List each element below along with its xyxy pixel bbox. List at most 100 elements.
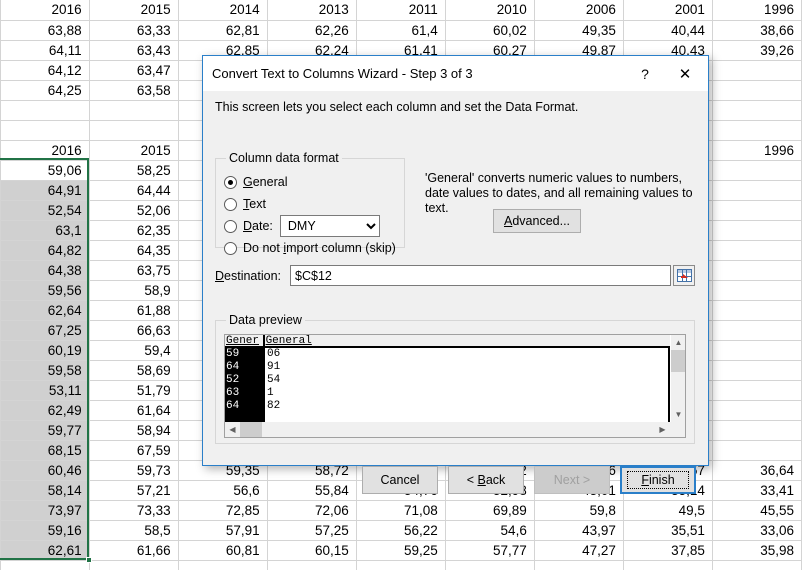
- table-cell[interactable]: 59,25: [356, 540, 446, 561]
- table-cell[interactable]: 35,98: [712, 540, 802, 561]
- radio-text-indicator[interactable]: [224, 197, 237, 211]
- table-cell[interactable]: 61,88: [89, 300, 179, 321]
- table-cell[interactable]: 61,64: [89, 400, 179, 421]
- dialog-titlebar[interactable]: Convert Text to Columns Wizard - Step 3 …: [203, 56, 708, 91]
- table-cell[interactable]: 57,25: [267, 520, 357, 541]
- table-cell[interactable]: 57,91: [178, 520, 268, 541]
- table-cell[interactable]: 73,97: [0, 500, 90, 521]
- table-cell[interactable]: 62,64: [0, 300, 90, 321]
- table-cell[interactable]: [445, 560, 535, 570]
- table-cell[interactable]: [89, 560, 179, 570]
- table-cell[interactable]: 49,35: [534, 20, 624, 41]
- vertical-scroll-thumb[interactable]: [671, 350, 685, 372]
- radio-skip[interactable]: Do not import column (skip): [224, 238, 396, 258]
- table-cell[interactable]: 53,11: [0, 380, 90, 401]
- table-cell[interactable]: 58,25: [89, 160, 179, 181]
- table-cell[interactable]: [712, 380, 802, 401]
- table-cell[interactable]: [0, 120, 90, 141]
- table-cell[interactable]: 68,15: [0, 440, 90, 461]
- preview-column-2[interactable]: 06 91 54 1 82: [265, 348, 670, 422]
- table-cell[interactable]: [712, 360, 802, 381]
- radio-date-indicator[interactable]: [224, 219, 237, 233]
- data-preview-scroll-area[interactable]: Gener General 59 64 52 63 64 06 91 54 1 82: [225, 335, 670, 422]
- table-cell[interactable]: 62,35: [89, 220, 179, 241]
- table-cell[interactable]: 60,19: [0, 340, 90, 361]
- table-cell[interactable]: 59,73: [89, 460, 179, 481]
- table-cell[interactable]: [712, 560, 802, 570]
- table-cell[interactable]: 60,46: [0, 460, 90, 481]
- table-cell[interactable]: 58,14: [0, 480, 90, 501]
- table-cell[interactable]: 33,06: [712, 520, 802, 541]
- table-cell[interactable]: 2013: [267, 0, 357, 21]
- table-cell[interactable]: 52,54: [0, 200, 90, 221]
- table-cell[interactable]: 63,1: [0, 220, 90, 241]
- table-cell[interactable]: 72,85: [178, 500, 268, 521]
- table-cell[interactable]: [712, 100, 802, 121]
- table-cell[interactable]: [712, 160, 802, 181]
- table-cell[interactable]: 69,89: [445, 500, 535, 521]
- cancel-button[interactable]: Cancel: [362, 466, 438, 494]
- table-row[interactable]: [0, 560, 802, 570]
- table-cell[interactable]: [712, 240, 802, 261]
- table-cell[interactable]: 66,63: [89, 320, 179, 341]
- horizontal-scroll-thumb[interactable]: [240, 422, 262, 437]
- preview-horizontal-scrollbar[interactable]: ◀ ▶: [225, 422, 670, 437]
- advanced-button[interactable]: Advanced...: [493, 209, 582, 233]
- table-cell[interactable]: 64,91: [0, 180, 90, 201]
- table-cell[interactable]: 2010: [445, 0, 535, 21]
- table-cell[interactable]: 51,79: [89, 380, 179, 401]
- table-row[interactable]: 73,97 73,33 72,85 72,06 71,08 69,89 59,8 49,5 45…: [0, 500, 802, 521]
- table-cell[interactable]: [712, 300, 802, 321]
- table-cell[interactable]: 40,44: [623, 20, 713, 41]
- table-cell[interactable]: 63,33: [89, 20, 179, 41]
- table-cell[interactable]: 63,47: [89, 60, 179, 81]
- table-cell[interactable]: 62,61: [0, 540, 90, 561]
- table-cell[interactable]: 37,85: [623, 540, 713, 561]
- radio-general[interactable]: General: [224, 172, 396, 192]
- table-cell[interactable]: 71,08: [356, 500, 446, 521]
- table-cell[interactable]: 59,16: [0, 520, 90, 541]
- table-cell[interactable]: 64,38: [0, 260, 90, 281]
- table-cell[interactable]: 67,25: [0, 320, 90, 341]
- table-cell[interactable]: [712, 440, 802, 461]
- table-cell[interactable]: 64,25: [0, 80, 90, 101]
- table-cell[interactable]: 59,06: [0, 160, 90, 181]
- table-cell[interactable]: 2006: [534, 0, 624, 21]
- table-cell[interactable]: 59,77: [0, 420, 90, 441]
- table-cell[interactable]: [534, 560, 624, 570]
- table-cell[interactable]: 2001: [623, 0, 713, 21]
- table-cell[interactable]: 64,35: [89, 240, 179, 261]
- table-cell[interactable]: [89, 100, 179, 121]
- table-cell[interactable]: 49,5: [623, 500, 713, 521]
- table-row[interactable]: 201620152014201320112010200620011996: [0, 0, 802, 21]
- table-cell[interactable]: 38,66: [712, 20, 802, 41]
- table-row[interactable]: 62,61 61,66 60,81 60,15 59,25 57,77 47,27 37,85…: [0, 540, 802, 561]
- table-cell[interactable]: 61,4: [356, 20, 446, 41]
- table-cell[interactable]: 52,06: [89, 200, 179, 221]
- finish-button[interactable]: Finish: [620, 466, 696, 494]
- table-cell[interactable]: 59,56: [0, 280, 90, 301]
- table-cell[interactable]: [178, 560, 268, 570]
- preview-vertical-scrollbar[interactable]: ▲ ▼: [670, 335, 685, 422]
- scroll-left-icon[interactable]: ◀: [225, 422, 240, 437]
- table-cell[interactable]: 2015: [89, 0, 179, 21]
- preview-column-1-selected[interactable]: 59 64 52 63 64: [225, 348, 265, 422]
- scroll-up-icon[interactable]: ▲: [671, 335, 685, 350]
- table-cell[interactable]: 61,66: [89, 540, 179, 561]
- table-cell[interactable]: 43,97: [534, 520, 624, 541]
- table-cell[interactable]: 2016: [0, 140, 90, 161]
- table-cell[interactable]: 64,12: [0, 60, 90, 81]
- table-cell[interactable]: 33,41: [712, 480, 802, 501]
- table-cell[interactable]: [712, 340, 802, 361]
- table-cell[interactable]: 59,4: [89, 340, 179, 361]
- table-cell[interactable]: 59,8: [534, 500, 624, 521]
- table-cell[interactable]: 63,43: [89, 40, 179, 61]
- table-cell[interactable]: 60,15: [267, 540, 357, 561]
- radio-text[interactable]: Text: [224, 194, 396, 214]
- table-cell[interactable]: 57,21: [89, 480, 179, 501]
- date-format-select[interactable]: DMYMDYDYMMYDYMDYDM: [279, 215, 380, 237]
- table-cell[interactable]: 72,06: [267, 500, 357, 521]
- table-cell[interactable]: 47,27: [534, 540, 624, 561]
- range-select-icon[interactable]: [673, 265, 695, 286]
- table-cell[interactable]: 35,51: [623, 520, 713, 541]
